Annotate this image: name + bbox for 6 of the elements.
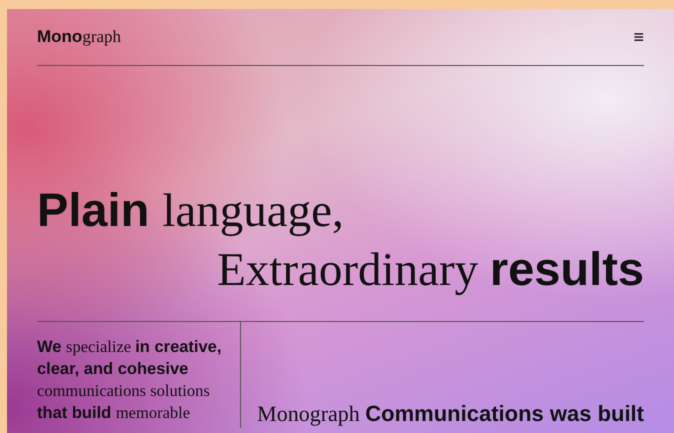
menu-icon[interactable]: ≡ <box>633 28 644 46</box>
headline: Extraordinary results <box>217 241 644 298</box>
intro-paragraph: We specialize in creative, clear, and cohesive communications solutions that build memorable <box>37 336 222 424</box>
headline: Plain language, <box>37 182 344 239</box>
statement-heading: Monograph Communications was built <box>257 400 644 428</box>
logo[interactable]: Monograph <box>37 24 122 50</box>
